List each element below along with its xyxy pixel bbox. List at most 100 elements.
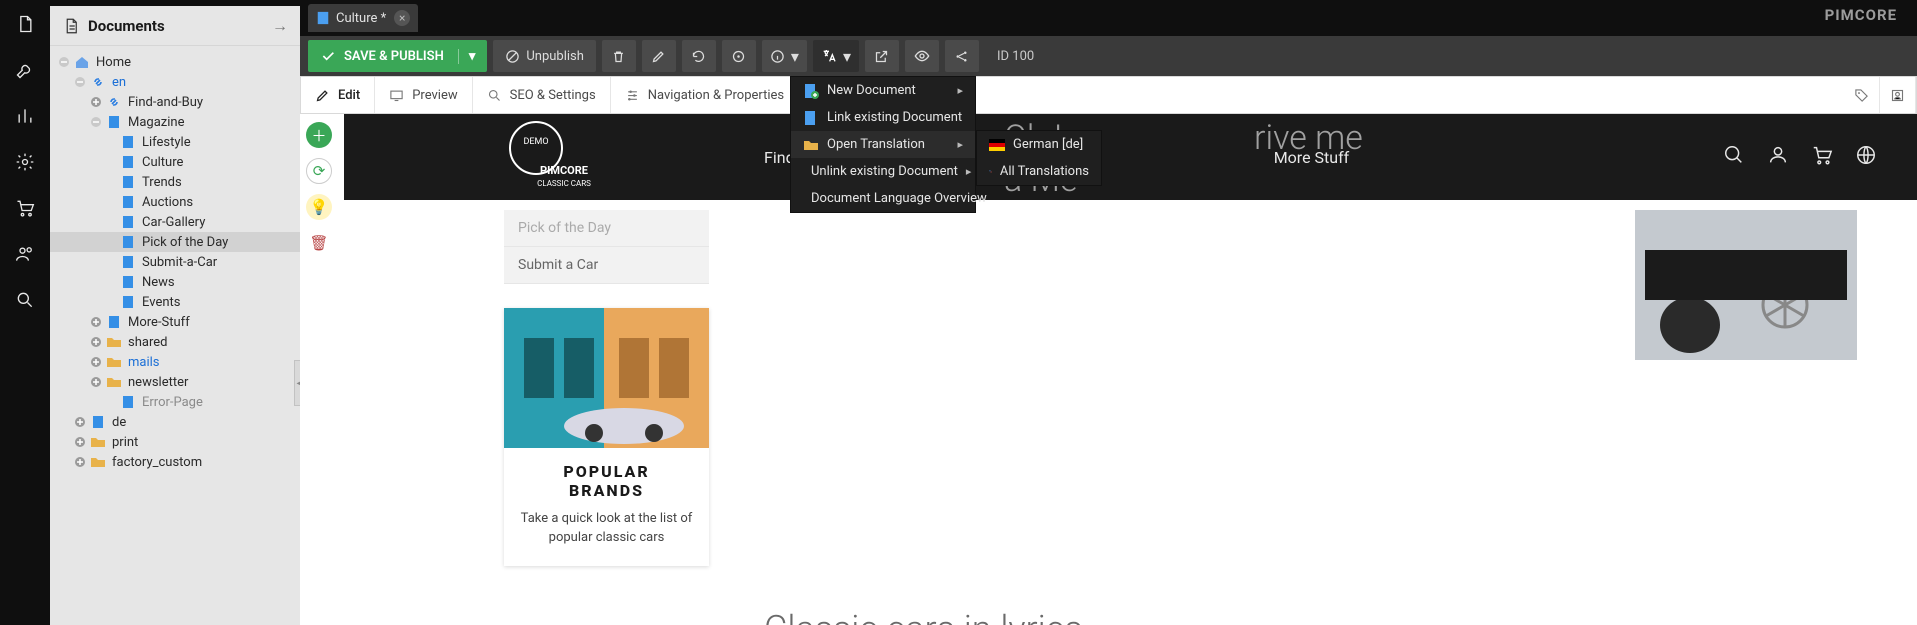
rail-users-icon[interactable]: [13, 242, 37, 266]
tree-expand[interactable]: [72, 414, 88, 430]
link-icon: [106, 94, 122, 110]
tree-node-en[interactable]: en: [50, 72, 300, 92]
tree-node-trends[interactable]: Trends: [50, 172, 300, 192]
share-button[interactable]: [945, 40, 979, 72]
tree-node-home[interactable]: Home: [50, 52, 300, 72]
home-icon: [74, 54, 90, 70]
tree-node-pickday[interactable]: Pick of the Day: [50, 232, 300, 252]
translate-button[interactable]: ▾: [813, 40, 859, 72]
tree-node-newsletter[interactable]: newsletter: [50, 372, 300, 392]
submenu-german[interactable]: German [de]: [977, 131, 1101, 158]
hint-button[interactable]: 💡: [306, 194, 332, 220]
info-icon: [770, 49, 785, 64]
tree-expand[interactable]: [88, 314, 104, 330]
delete-button[interactable]: [602, 40, 636, 72]
tree-toggle[interactable]: [72, 74, 88, 90]
page-icon: [106, 114, 122, 130]
user-icon[interactable]: [1767, 144, 1789, 170]
chevron-right-icon: ▸: [957, 84, 963, 97]
refresh-block-button[interactable]: ⟳: [306, 158, 332, 184]
tree-node-magazine[interactable]: Magazine: [50, 112, 300, 132]
eye-icon: [914, 48, 930, 64]
cart-icon[interactable]: [1811, 144, 1833, 170]
card-title-line1: POPULAR: [516, 462, 697, 481]
tree-node-factory[interactable]: factory_custom: [50, 452, 300, 472]
tree-expand[interactable]: [88, 334, 104, 350]
menu-lang-overview[interactable]: Document Language Overview: [791, 185, 975, 212]
info-button[interactable]: ▾: [762, 40, 807, 72]
globe-icon[interactable]: [1855, 144, 1877, 170]
rail-cart-icon[interactable]: [13, 196, 37, 220]
tree-node-events[interactable]: Events: [50, 292, 300, 312]
unpublish-button[interactable]: Unpublish: [493, 40, 596, 72]
rail-wrench-icon[interactable]: [13, 58, 37, 82]
open-button[interactable]: [865, 40, 899, 72]
tree-expand[interactable]: [88, 354, 104, 370]
tree-node-culture[interactable]: Culture: [50, 152, 300, 172]
preview-eye-button[interactable]: [905, 40, 939, 72]
subtab-tags[interactable]: [1844, 77, 1880, 113]
card-text: Take a quick look at the list of popular…: [516, 510, 697, 548]
content-side-actions: ＋ ⟳ 💡 🗑: [306, 122, 332, 256]
subtab-preview[interactable]: Preview: [375, 77, 472, 113]
trash-icon: [611, 49, 626, 64]
reload-button[interactable]: [682, 40, 716, 72]
tree-expand[interactable]: [88, 374, 104, 390]
tree-node-errorpage[interactable]: Error-Page: [50, 392, 300, 412]
delete-block-button[interactable]: 🗑: [306, 230, 332, 256]
tree-node-shared[interactable]: shared: [50, 332, 300, 352]
menu-open-translation[interactable]: Open Translation▸: [791, 131, 975, 158]
save-publish-button[interactable]: SAVE & PUBLISH ▾: [308, 40, 487, 72]
svg-text:PIMCORE: PIMCORE: [540, 164, 588, 177]
editor-toolbar: SAVE & PUBLISH ▾ Unpublish ▾ ▾ ID 100: [300, 36, 1917, 76]
tab-title: Culture *: [336, 11, 386, 26]
target-button[interactable]: [722, 40, 756, 72]
folder-icon: [90, 454, 106, 470]
search-icon[interactable]: [1723, 144, 1745, 170]
tab-culture[interactable]: Culture * ×: [308, 4, 418, 32]
menu-new-document[interactable]: New Document▸: [791, 77, 975, 104]
menu-link-existing[interactable]: Link existing Document: [791, 104, 975, 131]
page-icon: [120, 234, 136, 250]
tree-node-morestuff[interactable]: More-Stuff: [50, 312, 300, 332]
menu-unlink[interactable]: Unlink existing Document▸: [791, 158, 975, 185]
submenu-all-translations[interactable]: All Translations: [977, 158, 1101, 185]
tree-node-print[interactable]: print: [50, 432, 300, 452]
subtab-seo[interactable]: SEO & Settings: [473, 77, 611, 113]
page-link-icon: [803, 110, 819, 126]
tree-node-de[interactable]: de: [50, 412, 300, 432]
side-list-item[interactable]: Submit a Car: [504, 247, 709, 284]
tree-expand[interactable]: [72, 454, 88, 470]
tree-node-mails[interactable]: mails: [50, 352, 300, 372]
tree-node-lifestyle[interactable]: Lifestyle: [50, 132, 300, 152]
subtab-nav[interactable]: Navigation & Properties: [611, 77, 799, 113]
collapse-panel-icon[interactable]: →: [272, 16, 288, 36]
svg-text:CLASSIC CARS: CLASSIC CARS: [537, 179, 591, 188]
tree-toggle[interactable]: [88, 114, 104, 130]
rail-documents-icon[interactable]: [13, 12, 37, 36]
tree-node-submitcar[interactable]: Submit-a-Car: [50, 252, 300, 272]
tree-expand[interactable]: [72, 434, 88, 450]
tree-node-cargallery[interactable]: Car-Gallery: [50, 212, 300, 232]
side-list-item[interactable]: Pick of the Day: [504, 210, 709, 247]
rename-button[interactable]: [642, 40, 676, 72]
chevron-down-icon[interactable]: ▾: [458, 49, 476, 64]
add-block-button[interactable]: ＋: [306, 122, 332, 148]
rail-settings-icon[interactable]: [13, 150, 37, 174]
folder-icon: [90, 434, 106, 450]
subtab-contact[interactable]: [1880, 77, 1916, 113]
page-preview: DEMOPIMCORECLASSIC CARS Find & Order Mor…: [344, 114, 1917, 625]
site-logo: DEMOPIMCORECLASSIC CARS: [504, 118, 604, 196]
tree-node-findbuy[interactable]: Find-and-Buy: [50, 92, 300, 112]
subtab-edit[interactable]: Edit: [301, 77, 375, 113]
tree-toggle[interactable]: [56, 54, 72, 70]
tree-node-auctions[interactable]: Auctions: [50, 192, 300, 212]
chevron-down-icon: ▾: [791, 47, 799, 66]
translate-icon: [821, 48, 837, 64]
close-icon[interactable]: ×: [394, 10, 410, 26]
rail-search-icon[interactable]: [13, 288, 37, 312]
rail-analytics-icon[interactable]: [13, 104, 37, 128]
tree-expand[interactable]: [88, 94, 104, 110]
translate-submenu: German [de] All Translations: [976, 130, 1102, 186]
tree-node-news[interactable]: News: [50, 272, 300, 292]
